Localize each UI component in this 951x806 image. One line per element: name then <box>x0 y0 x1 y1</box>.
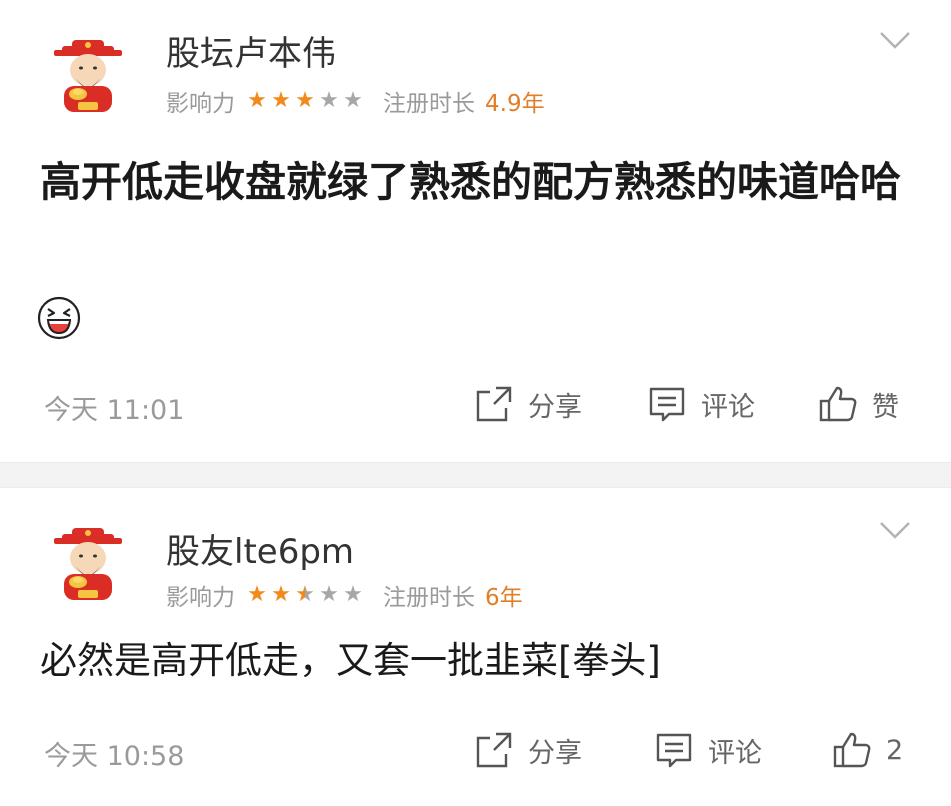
share-button[interactable]: 分享 <box>474 726 582 774</box>
section-divider <box>0 462 951 488</box>
star-icon: ★ <box>343 582 363 607</box>
star-icon: ★ <box>293 584 317 606</box>
influence-stars: ★ ★ ★ ★ ★ <box>245 90 365 112</box>
comment-label: 评论 <box>701 391 755 423</box>
registration-label: 注册时长 <box>383 91 475 117</box>
timestamp: 今天 11:01 <box>44 395 185 426</box>
share-icon <box>476 386 512 422</box>
star-icon: ★ <box>247 582 267 607</box>
comment-button[interactable]: 评论 <box>647 380 755 428</box>
influence-label: 影响力 <box>166 91 235 117</box>
thumbs-up-icon <box>819 386 857 422</box>
registration-value: 4.9年 <box>485 91 545 117</box>
influence-label: 影响力 <box>166 585 235 611</box>
star-icon: ★ <box>319 582 339 607</box>
user-avatar[interactable] <box>48 38 128 118</box>
star-icon: ★ <box>271 582 291 607</box>
like-count: 赞 <box>872 391 899 423</box>
influence-stars: ★ ★ ★ ★ ★ <box>245 584 365 606</box>
registration-value: 6年 <box>485 585 523 611</box>
star-icon: ★ <box>343 88 363 113</box>
comment-footer: 今天 11:01 分享 评论 赞 <box>0 380 951 428</box>
like-button[interactable]: 赞 <box>818 380 899 428</box>
like-button[interactable]: 2 <box>832 726 903 774</box>
comment-card-1: 股坛卢本伟 影响力 ★ ★ ★ ★ ★ 注册时长 4.9年 高开低走收盘就绿了熟悉的配方… <box>0 0 951 462</box>
chevron-down-icon[interactable] <box>879 520 911 540</box>
comment-icon <box>649 387 685 422</box>
comment-label: 评论 <box>708 737 762 769</box>
share-label: 分享 <box>528 737 582 769</box>
share-icon <box>476 732 512 768</box>
timestamp: 今天 10:58 <box>44 741 185 772</box>
share-label: 分享 <box>528 391 582 423</box>
star-icon: ★ <box>247 88 267 113</box>
like-count: 2 <box>886 734 904 766</box>
share-button[interactable]: 分享 <box>474 380 582 428</box>
username[interactable]: 股友lte6pm <box>166 524 354 573</box>
star-icon: ★ <box>319 88 339 113</box>
star-icon: ★ <box>271 88 291 113</box>
registration-label: 注册时长 <box>383 585 475 611</box>
user-meta: 影响力 ★ ★ ★ ★ ★ 注册时长 4.9年 <box>166 84 545 118</box>
chevron-down-icon[interactable] <box>879 30 911 50</box>
comment-icon <box>656 733 692 768</box>
comment-content: 高开低走收盘就绿了熟悉的配方熟悉的味道哈哈 <box>40 158 901 206</box>
user-meta: 影响力 ★ ★ ★ ★ ★ 注册时长 6年 <box>166 578 523 612</box>
comment-content: 必然是高开低走，又套一批韭菜[拳头] <box>40 639 661 682</box>
comment-button[interactable]: 评论 <box>654 726 762 774</box>
user-avatar[interactable] <box>48 526 128 606</box>
star-icon: ★ <box>295 88 315 113</box>
username[interactable]: 股坛卢本伟 <box>166 26 336 75</box>
laughing-emoji-icon <box>37 296 81 340</box>
comment-footer: 今天 10:58 分享 评论 2 <box>0 726 951 774</box>
thumbs-up-icon <box>833 732 871 768</box>
comment-card-2: 股友lte6pm 影响力 ★ ★ ★ ★ ★ 注册时长 6年 必然是高开低走，又套一批韭… <box>0 488 951 806</box>
